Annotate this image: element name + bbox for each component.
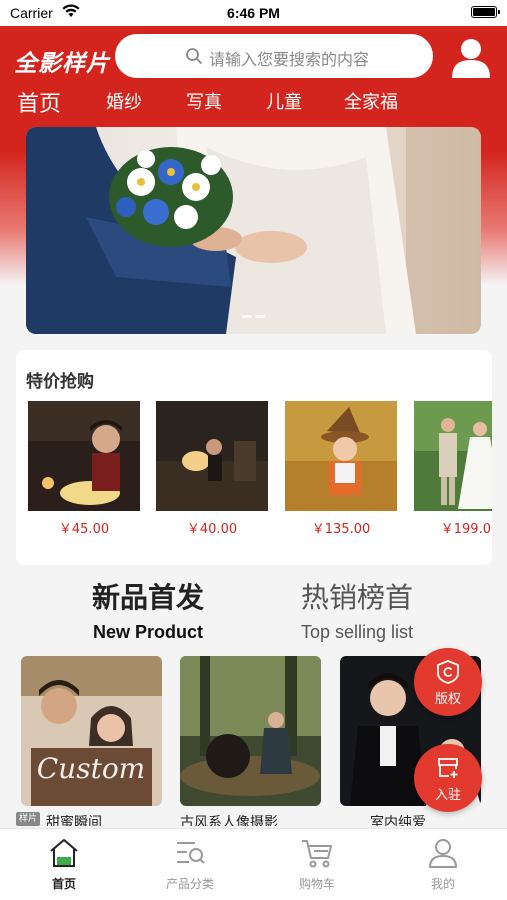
category-search-icon [177,842,205,864]
banner-carousel[interactable] [26,127,481,334]
tab-label: 购物车 [298,877,335,891]
special-item[interactable]: ￥135.00 [285,401,397,537]
tab-label: 产品分类 [165,877,214,891]
special-item[interactable]: ￥40.00 [156,401,268,537]
tab-cart[interactable]: 购物车 [272,837,362,892]
product-card-image[interactable] [180,656,321,806]
section-tab-new-product[interactable]: 新品首发 New Product [80,576,216,643]
section-tab-title: 热销榜首 [300,581,413,614]
section-tab-subtitle: Top selling list [300,622,414,642]
category-tab-kids[interactable]: 儿童 [266,88,302,114]
category-nav: 首页 婚纱 写真 儿童 全家福 [0,88,507,118]
search-input[interactable]: 请输入您要搜索的内容 [115,34,433,78]
product-title[interactable]: 样片 甜蜜瞬间 [16,812,156,826]
special-offers-title: 特价抢购 [26,372,94,392]
category-tab-portrait[interactable]: 写真 [186,88,222,114]
product-title[interactable]: 室内纯爱 [370,812,480,826]
bottom-tab-bar: 首页 产品分类 购物车 我的 [0,828,507,900]
special-item-price: ￥199.00 [440,522,492,537]
special-item-price: ￥135.00 [311,522,371,537]
tab-profile[interactable]: 我的 [398,837,488,892]
tab-category[interactable]: 产品分类 [145,837,235,892]
home-icon [50,839,78,867]
app-screen: Carrier 6:46 PM 全影样片 请输入您要搜索的内容 首页 婚纱 写真… [0,0,507,900]
carousel-indicator [242,315,265,318]
cart-icon [302,840,332,868]
category-tab-wedding[interactable]: 婚纱 [106,88,142,114]
category-tab-family[interactable]: 全家福 [344,88,398,114]
store-add-icon [438,758,458,778]
tab-home[interactable]: 首页 [19,837,109,892]
special-item-price: ￥40.00 [186,522,238,537]
special-item-photo [28,401,140,511]
special-item-photo [156,401,268,511]
brand-logo[interactable]: 全影样片 [14,44,110,78]
profile-icon [429,839,457,868]
search-icon [186,48,202,64]
copyright-label: 版权 [434,692,461,707]
special-item-price: ￥45.00 [58,522,110,537]
status-bar: Carrier 6:46 PM [0,0,507,26]
category-tab-home[interactable]: 首页 [17,86,61,118]
special-item-photo [285,401,397,511]
product-photo-text: Custom [37,752,146,785]
clock: 6:46 PM [227,5,280,21]
tab-label: 我的 [430,877,455,891]
section-tab-top-selling[interactable]: 热销榜首 Top selling list [289,576,425,643]
product-title[interactable]: 古风系人像摄影 [180,812,321,826]
copyright-floating-button[interactable]: 版权 [414,648,482,716]
user-avatar-icon[interactable] [450,36,492,78]
join-floating-button[interactable]: 入驻 [414,744,482,812]
section-tab-title: 新品首发 [91,581,204,614]
product-tag-badge: 样片 [16,812,41,826]
special-item[interactable]: ￥199.00 [414,401,492,537]
search-placeholder: 请输入您要搜索的内容 [209,50,370,69]
special-item[interactable]: ￥45.00 [28,401,140,537]
battery-icon [471,6,500,18]
banner-image [26,127,481,334]
tab-label: 首页 [51,877,76,891]
section-tab-subtitle: New Product [92,622,203,642]
product-card-image[interactable]: Custom [21,656,162,806]
special-offers-card: 特价抢购 ￥45.00 ￥40.00 ￥135.00 ￥199.0 [16,350,492,565]
special-item-photo [414,401,492,511]
copyright-shield-icon [437,660,459,684]
join-label: 入驻 [434,788,461,803]
